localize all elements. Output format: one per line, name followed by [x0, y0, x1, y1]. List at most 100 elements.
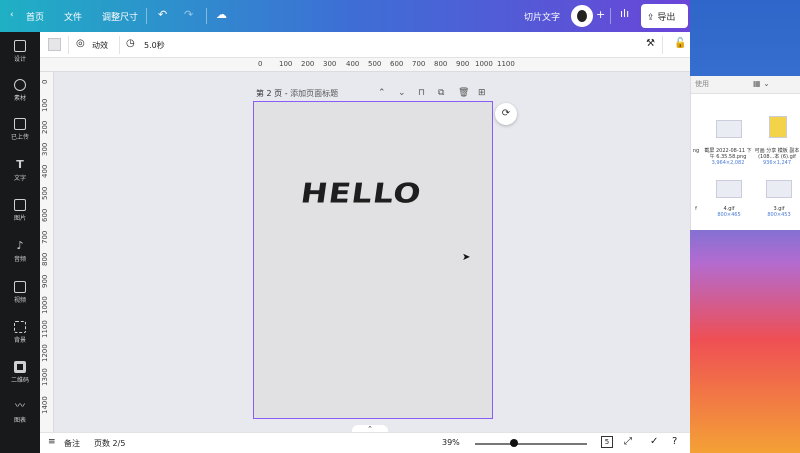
left-sidebar: 设计 素材 已上传 T 文字 图片 ♪ 音频 视频 背景 二维码 〰 图表: [0, 32, 40, 453]
export-button[interactable]: ⇪ 导出: [641, 4, 688, 28]
page-title[interactable]: 第 2 页 - 添加页面标题: [256, 88, 338, 99]
file-menu[interactable]: 文件: [64, 10, 82, 23]
analytics-icon[interactable]: ılı: [620, 7, 629, 20]
image-icon: [14, 199, 26, 211]
lock-icon[interactable]: 🔓: [674, 38, 686, 49]
clock-icon[interactable]: ◷: [126, 38, 135, 49]
page-grid-button[interactable]: 5: [601, 436, 613, 448]
sidebar-item-label: 视频: [13, 297, 26, 304]
animate-button[interactable]: 动效: [92, 40, 108, 51]
design-page[interactable]: [253, 101, 493, 419]
sidebar-item-charts[interactable]: 〰 图表: [0, 401, 40, 424]
sidebar-item-video[interactable]: 视频: [0, 281, 40, 304]
redo-icon[interactable]: ↷: [184, 8, 193, 21]
finder-toolbar: 使用 ▦ ⌄: [691, 76, 800, 94]
ruler-tick: 400: [41, 164, 49, 178]
hello-text-element[interactable]: HELLO: [299, 177, 424, 209]
ruler-tick: 500: [41, 186, 49, 200]
sidebar-item-uploads[interactable]: 已上传: [0, 118, 40, 141]
toolbar-divider: [68, 36, 69, 54]
file-size: 800×465: [717, 212, 741, 218]
ruler-tick: 400: [346, 60, 360, 68]
editor-window: ‹ 首页 文件 调整尺寸 ↶ ↷ ☁ 切片文字 + ılı ⇪ 导出 设计 素材…: [0, 0, 690, 453]
file-thumbnail[interactable]: [716, 180, 742, 198]
file-partial-label: f: [695, 206, 697, 212]
background-icon: [14, 321, 26, 333]
sidebar-item-text[interactable]: T 文字: [0, 158, 40, 183]
elements-icon: [14, 79, 26, 91]
topbar-divider: [206, 8, 207, 24]
zoom-slider-knob[interactable]: [510, 439, 518, 447]
ruler-tick: 700: [412, 60, 426, 68]
sidebar-item-background[interactable]: 背景: [0, 321, 40, 344]
file-name[interactable]: 4.gif 800×465: [709, 206, 749, 218]
file-size: 3,964×2,082: [711, 160, 745, 166]
ruler-tick: 1300: [41, 368, 49, 386]
bottom-bar: ≡ 备注 页数 2/5 39% 5 ⤢ ✓ ?: [40, 432, 690, 453]
sidebar-item-elements[interactable]: 素材: [0, 79, 40, 102]
page-count[interactable]: 页数 2/5: [94, 438, 125, 449]
upload-icon: [14, 118, 26, 130]
duplicate-page-icon[interactable]: ⧉: [438, 88, 444, 98]
check-icon[interactable]: ✓: [650, 436, 658, 447]
magic-refresh-icon[interactable]: ⟳: [495, 103, 517, 125]
qrcode-icon: [14, 361, 26, 373]
undo-icon[interactable]: ↶: [158, 8, 167, 21]
ruler-tick: 100: [279, 60, 293, 68]
file-thumbnail[interactable]: [769, 116, 787, 138]
move-page-up-icon[interactable]: ⌃: [378, 88, 386, 98]
resize-button[interactable]: 调整尺寸: [102, 10, 138, 23]
sidebar-item-audio[interactable]: ♪ 音频: [0, 240, 40, 264]
ruler-vertical[interactable]: 0 100 200 300 400 500 600 700 800 900 10…: [40, 72, 54, 432]
file-name[interactable]: 可画 分享 模板 副本 (108...本 (6).gif 936×1,247: [753, 148, 800, 166]
ruler-tick: 600: [41, 208, 49, 222]
cloud-save-icon[interactable]: ☁: [216, 8, 227, 21]
file-thumbnail[interactable]: [766, 180, 792, 198]
help-icon[interactable]: ?: [672, 436, 677, 447]
grid-view-icon[interactable]: ▦ ⌄: [753, 79, 770, 88]
file-name[interactable]: 截屏 2022-08-11 下午 6.35.58.png 3,964×2,082: [703, 148, 753, 166]
video-icon: [14, 281, 26, 293]
topbar-divider: [610, 8, 611, 24]
ruler-tick: 1100: [497, 60, 515, 68]
page-title-input[interactable]: 添加页面标题: [290, 89, 338, 98]
sidebar-item-label: 素材: [13, 95, 26, 102]
sidebar-item-photos[interactable]: 图片: [0, 199, 40, 222]
ruler-tick: 200: [301, 60, 315, 68]
page-number-label: 第 2 页 -: [256, 89, 291, 98]
lock-page-icon[interactable]: ⊓: [418, 88, 425, 98]
file-name[interactable]: 3.gif 800×453: [759, 206, 799, 218]
paint-roller-icon[interactable]: ⚒: [646, 38, 655, 49]
sidebar-item-design[interactable]: 设计: [0, 40, 40, 63]
ruler-tick: 0: [258, 60, 263, 68]
zoom-slider-track[interactable]: [475, 443, 587, 445]
avatar[interactable]: [571, 5, 593, 27]
ruler-tick: 100: [41, 98, 49, 112]
ruler-horizontal[interactable]: 0 100 200 300 400 500 600 700 800 900 10…: [40, 58, 690, 72]
fullscreen-icon[interactable]: ⤢: [624, 436, 632, 447]
zoom-level[interactable]: 39%: [442, 438, 460, 447]
sidebar-item-label: 音频: [13, 256, 26, 263]
home-button[interactable]: 首页: [26, 10, 44, 23]
delete-page-icon[interactable]: 🗑: [458, 88, 469, 98]
animate-icon[interactable]: ◎: [76, 38, 85, 49]
notes-button[interactable]: 备注: [64, 438, 80, 449]
finder-header-label: 使用: [695, 80, 709, 88]
ruler-tick: 300: [41, 142, 49, 156]
back-chevron-icon[interactable]: ‹: [10, 10, 14, 20]
text-icon: T: [16, 158, 24, 171]
file-thumbnail[interactable]: [716, 120, 742, 138]
file-name-text: 截屏 2022-08-11 下午 6.35.58.png: [704, 148, 752, 160]
duration-button[interactable]: 5.0秒: [144, 40, 165, 51]
sidebar-item-qrcode[interactable]: 二维码: [0, 361, 40, 384]
background-color-swatch[interactable]: [48, 38, 61, 51]
move-page-down-icon[interactable]: ⌄: [398, 88, 406, 98]
toolbar-divider: [662, 36, 663, 54]
sidebar-item-label: 图表: [13, 417, 26, 424]
add-page-icon[interactable]: ⊞: [478, 88, 486, 98]
design-title[interactable]: 切片文字: [524, 10, 560, 23]
add-collaborator-icon[interactable]: +: [596, 8, 605, 21]
export-label: 导出: [657, 13, 676, 23]
ruler-tick: 700: [41, 230, 49, 244]
notes-icon[interactable]: ≡: [48, 437, 56, 447]
